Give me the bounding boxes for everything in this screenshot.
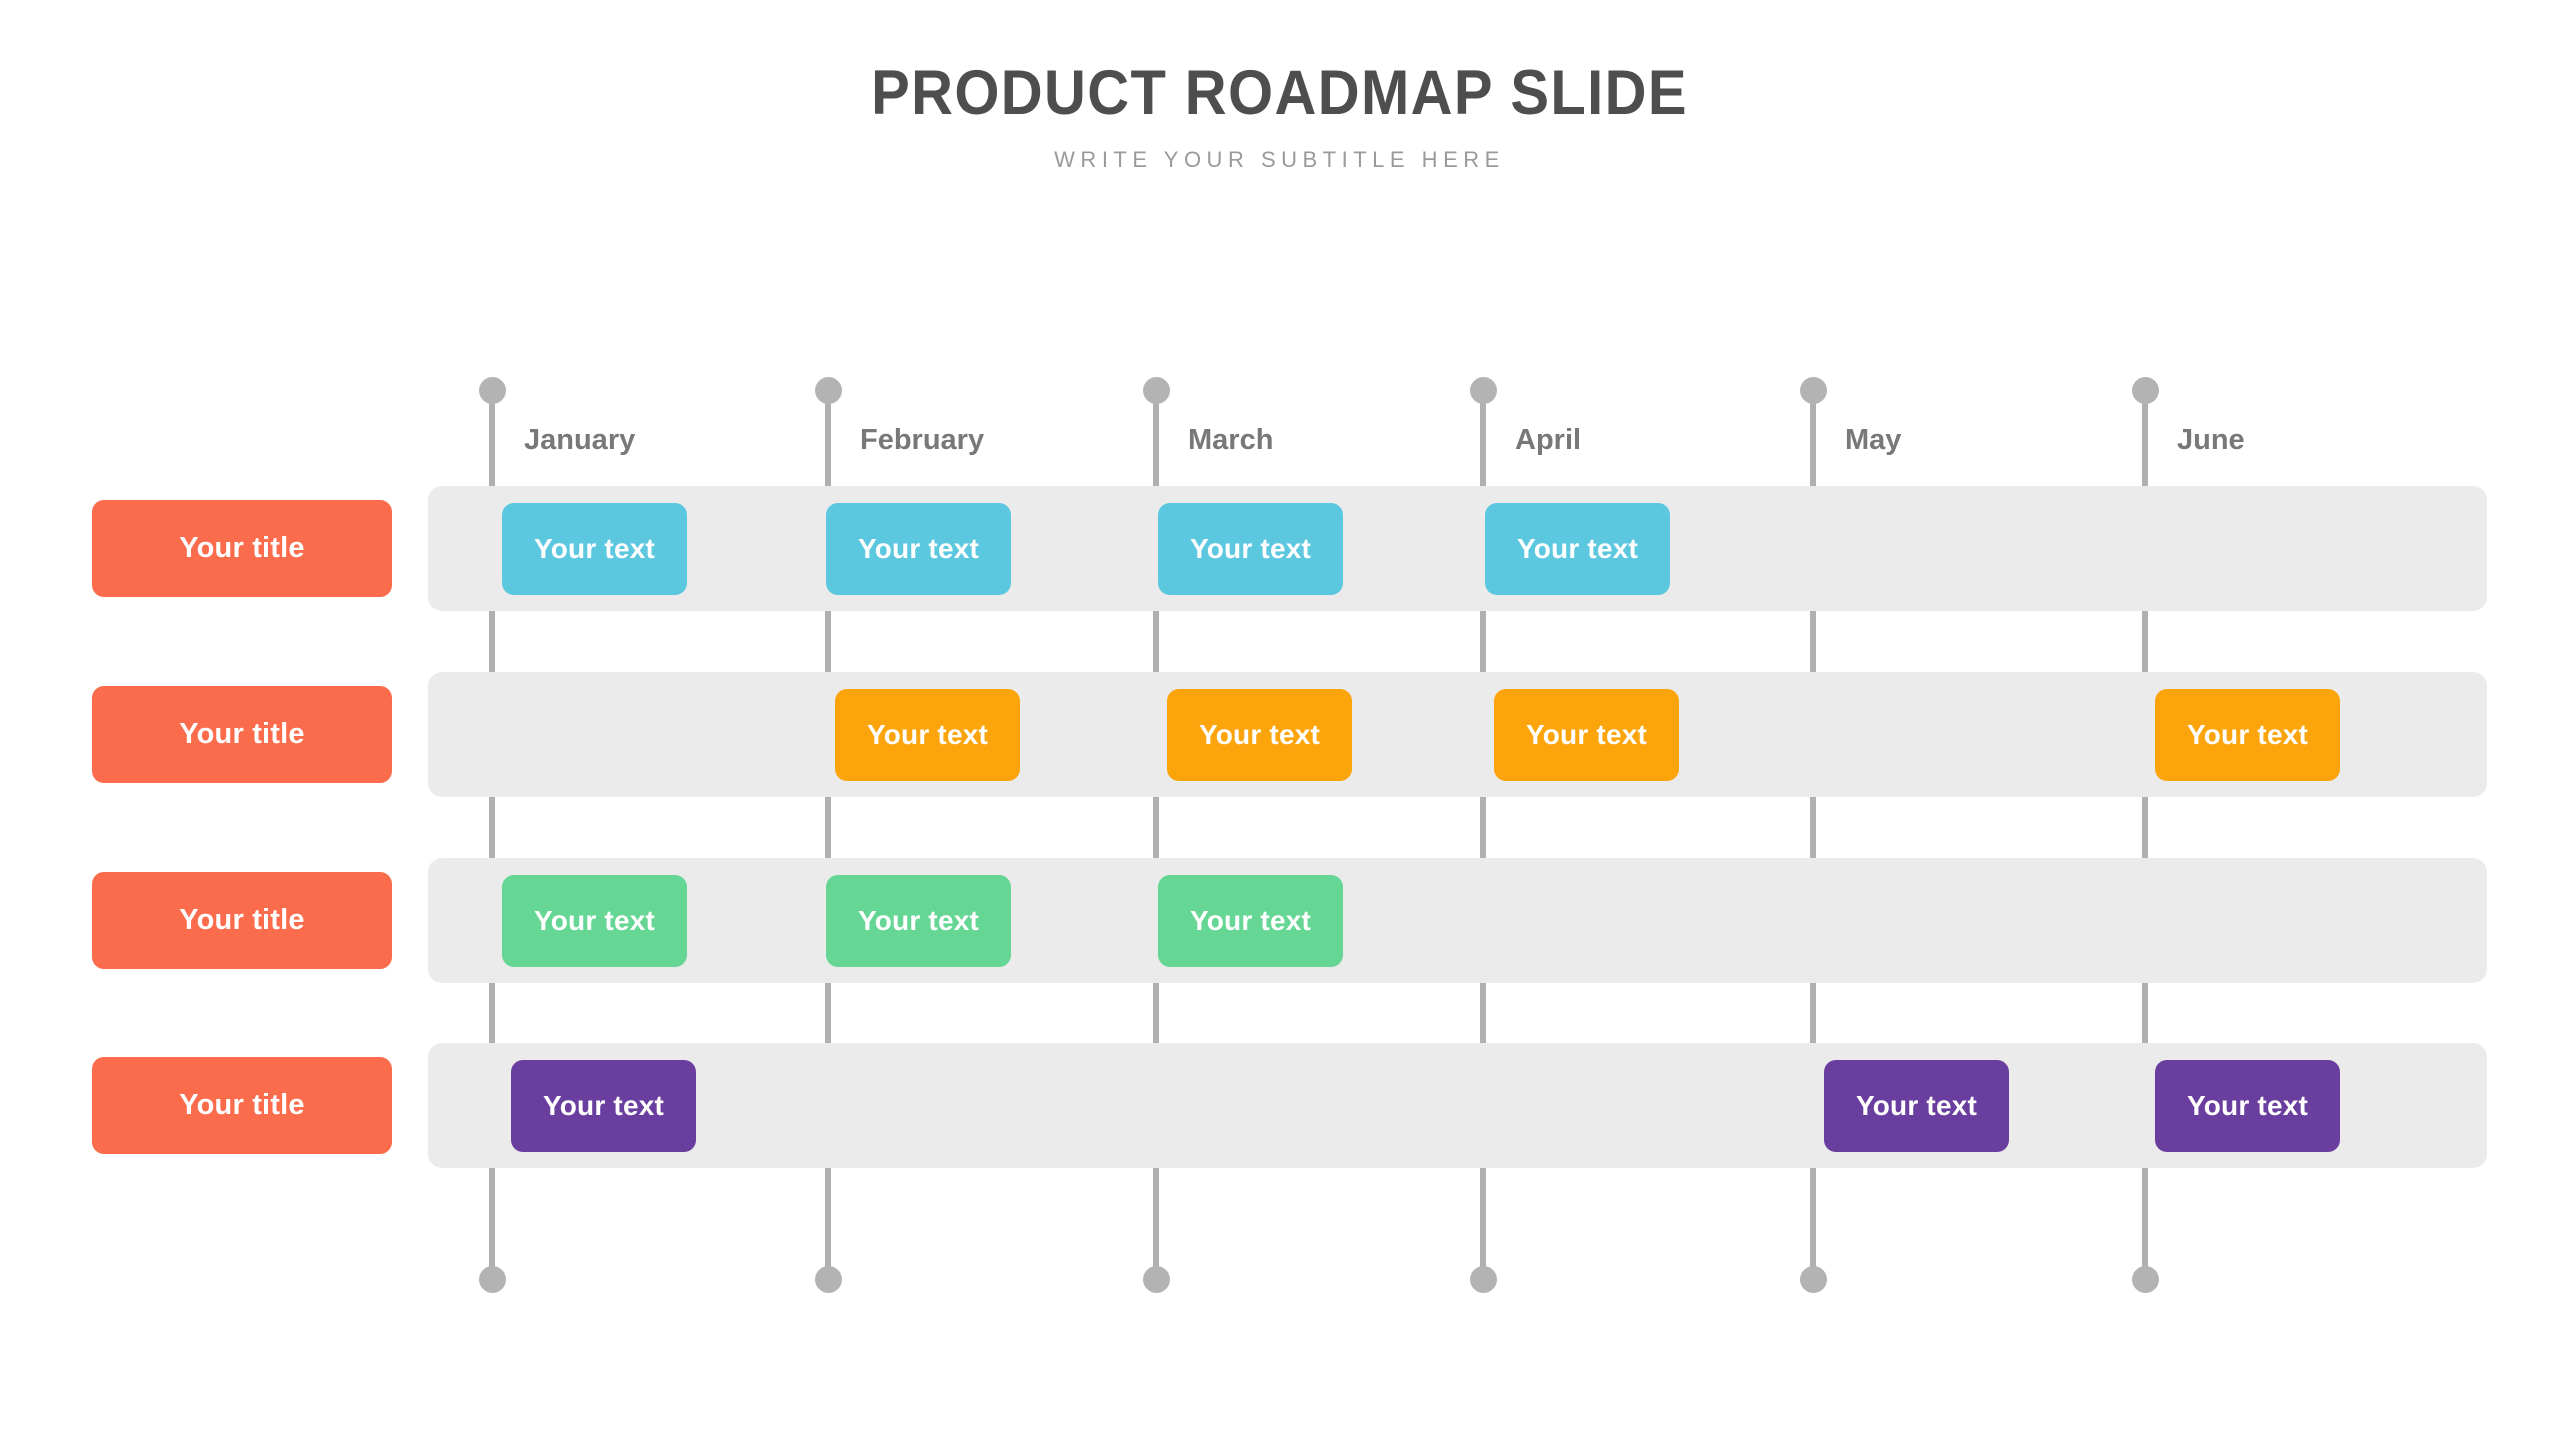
row-track bbox=[428, 486, 2487, 611]
task-bar[interactable]: Your text bbox=[826, 502, 1011, 595]
row-title-pill[interactable]: Your title bbox=[92, 1057, 392, 1154]
row-title-pill[interactable]: Your title bbox=[92, 500, 392, 597]
task-bar[interactable]: Your text bbox=[2155, 1059, 2340, 1152]
slide-header: PRODUCT ROADMAP SLIDE WRITE YOUR SUBTITL… bbox=[0, 62, 2559, 173]
timeline-marker-top-march bbox=[1142, 377, 1170, 404]
roadmap-slide: PRODUCT ROADMAP SLIDE WRITE YOUR SUBTITL… bbox=[0, 0, 2559, 1440]
timeline-marker-top-june bbox=[2131, 377, 2159, 404]
month-label-march: March bbox=[1188, 424, 1274, 456]
timeline-marker-bottom-march bbox=[1142, 1266, 1170, 1293]
timeline-marker-bottom-april bbox=[1469, 1266, 1497, 1293]
timeline-marker-bottom-january bbox=[478, 1266, 506, 1293]
row-title-pill[interactable]: Your title bbox=[92, 686, 392, 783]
timeline-marker-bottom-february bbox=[814, 1266, 842, 1293]
month-label-may: May bbox=[1845, 424, 1902, 456]
page-subtitle: WRITE YOUR SUBTITLE HERE bbox=[1054, 147, 1505, 172]
timeline-marker-top-may bbox=[1799, 377, 1827, 404]
month-label-february: February bbox=[860, 424, 985, 456]
timeline-marker-top-january bbox=[478, 377, 506, 404]
timeline-marker-top-february bbox=[814, 377, 842, 404]
task-bar[interactable]: Your text bbox=[835, 688, 1020, 781]
task-bar[interactable]: Your text bbox=[1824, 1059, 2009, 1152]
timeline-marker-bottom-june bbox=[2131, 1266, 2159, 1293]
task-bar[interactable]: Your text bbox=[1158, 874, 1343, 967]
month-label-april: April bbox=[1515, 424, 1582, 456]
month-label-january: January bbox=[524, 424, 636, 456]
row-track bbox=[428, 858, 2487, 983]
row-title-pill[interactable]: Your title bbox=[92, 872, 392, 969]
task-bar[interactable]: Your text bbox=[2155, 688, 2340, 781]
task-bar[interactable]: Your text bbox=[502, 874, 687, 967]
task-bar[interactable]: Your text bbox=[1167, 688, 1352, 781]
task-bar[interactable]: Your text bbox=[1485, 502, 1670, 595]
page-title: PRODUCT ROADMAP SLIDE bbox=[871, 58, 1688, 128]
timeline-marker-top-april bbox=[1469, 377, 1497, 404]
timeline-marker-bottom-may bbox=[1799, 1266, 1827, 1293]
task-bar[interactable]: Your text bbox=[1494, 688, 1679, 781]
month-label-june: June bbox=[2177, 424, 2245, 456]
task-bar[interactable]: Your text bbox=[502, 502, 687, 595]
task-bar[interactable]: Your text bbox=[511, 1059, 696, 1152]
task-bar[interactable]: Your text bbox=[826, 874, 1011, 967]
task-bar[interactable]: Your text bbox=[1158, 502, 1343, 595]
